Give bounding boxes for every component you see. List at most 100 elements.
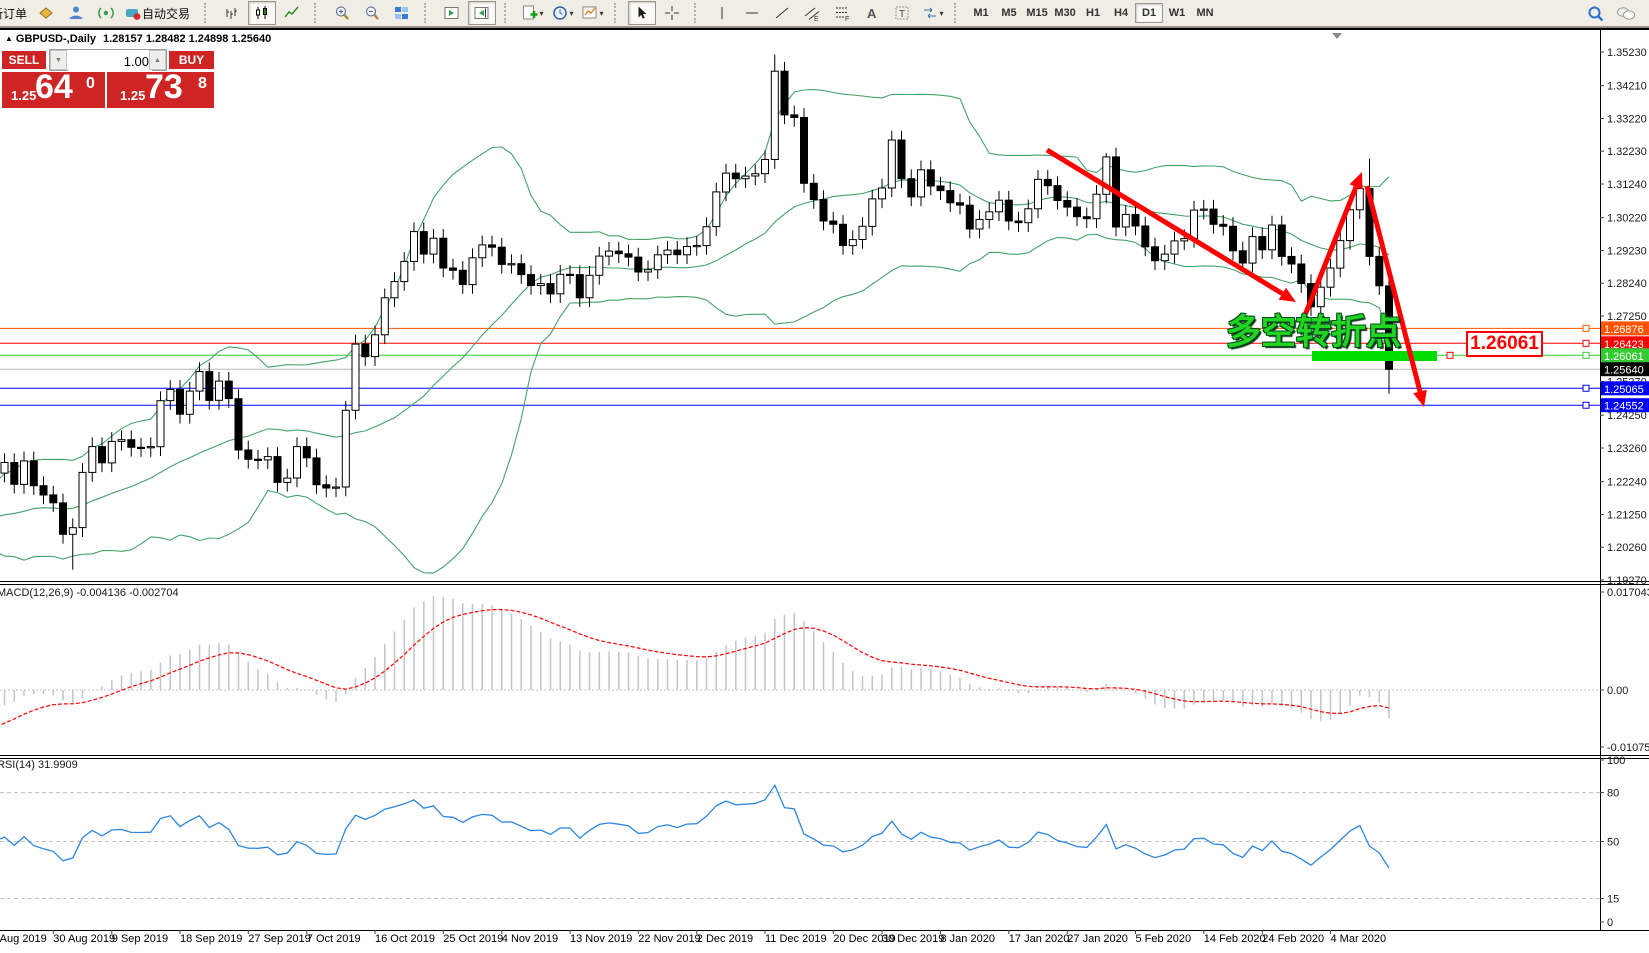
cursor-icon[interactable] bbox=[628, 1, 656, 25]
price-axis-label: 1.33220 bbox=[1607, 114, 1647, 126]
sell-price-big: 64 bbox=[35, 72, 73, 107]
timeframe-group: M1M5M15M30H1H4D1W1MN bbox=[967, 3, 1219, 23]
price-axis-label: 1.23260 bbox=[1607, 443, 1647, 455]
toolbar-grip bbox=[204, 3, 212, 23]
toolbar-grip bbox=[954, 3, 962, 23]
one-click-trading-panel: SELL ▼ ▲ BUY 1.25 64 0 1.25 73 8 bbox=[2, 49, 214, 109]
volume-increase-button[interactable]: ▲ bbox=[149, 50, 166, 70]
line-handle[interactable] bbox=[1447, 352, 1453, 358]
signal-icon[interactable] bbox=[92, 1, 120, 25]
price-tag-label[interactable]: 1.26061 bbox=[1466, 331, 1543, 357]
zoom-in-icon[interactable] bbox=[328, 1, 356, 25]
bar-chart-icon[interactable] bbox=[218, 1, 246, 25]
text-tool-icon[interactable]: A bbox=[858, 1, 886, 25]
price-axis-label: 1.30220 bbox=[1607, 213, 1647, 225]
line-handle[interactable] bbox=[1583, 352, 1589, 358]
price-axis-label: 1.28240 bbox=[1607, 278, 1647, 290]
timeframe-M30[interactable]: M30 bbox=[1051, 3, 1079, 23]
chart-title: ▲GBPUSD-,Daily1.28157 1.28482 1.24898 1.… bbox=[5, 33, 271, 45]
trendline-tool-icon[interactable] bbox=[768, 1, 796, 25]
turning-point-annotation[interactable]: 多空转折点 bbox=[1226, 304, 1401, 355]
sell-button[interactable]: SELL bbox=[2, 51, 46, 69]
deposit-icon[interactable] bbox=[32, 1, 60, 25]
vertical-line-tool-icon[interactable] bbox=[708, 1, 736, 25]
date-axis-label: 11 Dec 2019 bbox=[765, 933, 827, 945]
toolbar-grip bbox=[614, 3, 622, 23]
auto-scroll-icon[interactable] bbox=[438, 1, 466, 25]
buy-price-big: 73 bbox=[145, 72, 183, 107]
timeframe-M5[interactable]: M5 bbox=[995, 3, 1023, 23]
date-axis-label: 18 Sep 2019 bbox=[180, 933, 242, 945]
auto-trading-button[interactable]: 自动交易 bbox=[122, 1, 196, 25]
fibonacci-tool-icon[interactable]: F bbox=[828, 1, 856, 25]
chart-shift-icon[interactable] bbox=[468, 1, 496, 25]
rsi-axis-label: 15 bbox=[1607, 894, 1619, 906]
date-axis-label: 30 Dec 2019 bbox=[882, 933, 944, 945]
date-axis-label: 27 Jan 2020 bbox=[1067, 933, 1128, 945]
indicators-icon[interactable]: ▾ bbox=[518, 1, 546, 25]
buy-price-box[interactable]: 1.25 73 8 bbox=[107, 72, 214, 108]
candlestick-chart-icon[interactable] bbox=[248, 1, 276, 25]
chart-template-icon[interactable]: ▾ bbox=[578, 1, 606, 25]
search-icon[interactable] bbox=[1582, 2, 1610, 26]
line-handle[interactable] bbox=[1583, 402, 1589, 408]
date-axis-label: 13 Nov 2019 bbox=[570, 933, 632, 945]
timeframe-M15[interactable]: M15 bbox=[1023, 3, 1051, 23]
ohlc-values: 1.28157 1.28482 1.24898 1.25640 bbox=[103, 33, 271, 45]
channel-tool-icon[interactable]: E bbox=[798, 1, 826, 25]
volume-decrease-button[interactable]: ▼ bbox=[50, 50, 67, 70]
price-chart[interactable]: 1.352301.342101.332201.322301.312401.302… bbox=[0, 30, 1649, 953]
period-clock-icon[interactable]: ▾ bbox=[548, 1, 576, 25]
horizontal-line-tool-icon[interactable] bbox=[738, 1, 766, 25]
timeframe-H4[interactable]: H4 bbox=[1107, 3, 1135, 23]
volume-input[interactable] bbox=[68, 50, 152, 72]
date-axis-label: 8 Jan 2020 bbox=[941, 933, 995, 945]
price-axis-label: 1.22240 bbox=[1607, 477, 1647, 489]
date-axis-label: 30 Aug 2019 bbox=[53, 933, 115, 945]
buy-price-sup: 8 bbox=[198, 75, 207, 93]
crosshair-icon[interactable] bbox=[658, 1, 686, 25]
rsi-axis-label: 50 bbox=[1607, 837, 1619, 849]
chevron-down-icon: ▾ bbox=[600, 9, 604, 18]
account-icon[interactable] bbox=[62, 1, 90, 25]
price-axis-label: 1.31240 bbox=[1607, 179, 1647, 191]
date-axis-label: 9 Sep 2019 bbox=[112, 933, 168, 945]
timeframe-H1[interactable]: H1 bbox=[1079, 3, 1107, 23]
macd-axis-label: 0.00 bbox=[1607, 685, 1628, 697]
volume-spinner: ▼ ▲ bbox=[49, 49, 167, 71]
new-order-button[interactable]: 新订单 bbox=[0, 5, 27, 22]
sell-price-box[interactable]: 1.25 64 0 bbox=[2, 72, 105, 108]
toolbar-grip bbox=[504, 3, 512, 23]
shapes-tool-icon[interactable]: ▾ bbox=[918, 1, 946, 25]
timeframe-MN[interactable]: MN bbox=[1191, 3, 1219, 23]
chat-icon[interactable] bbox=[1612, 2, 1640, 26]
price-axis-label: 1.19270 bbox=[1607, 575, 1647, 587]
zoom-out-icon[interactable] bbox=[358, 1, 386, 25]
buy-button[interactable]: BUY bbox=[169, 51, 214, 69]
timeframe-M1[interactable]: M1 bbox=[967, 3, 995, 23]
macd-axis-label: 0.017043 bbox=[1607, 587, 1649, 599]
text-label-tool-icon[interactable]: T bbox=[888, 1, 916, 25]
tile-windows-icon[interactable] bbox=[388, 1, 416, 25]
macd-axis-label: -0.010751 bbox=[1607, 742, 1649, 754]
price-badge-label: 1.25640 bbox=[1604, 365, 1644, 377]
svg-text:A: A bbox=[867, 6, 877, 21]
timeframe-W1[interactable]: W1 bbox=[1163, 3, 1191, 23]
date-axis-label: 2 Dec 2019 bbox=[697, 933, 753, 945]
svg-text:T: T bbox=[899, 9, 905, 20]
price-axis-label: 1.34210 bbox=[1607, 81, 1647, 93]
rsi-axis-label: 0 bbox=[1607, 917, 1613, 929]
date-axis-label: 7 Oct 2019 bbox=[307, 933, 361, 945]
date-axis-label: 14 Feb 2020 bbox=[1204, 933, 1266, 945]
line-handle[interactable] bbox=[1583, 340, 1589, 346]
price-badge-label: 1.26061 bbox=[1604, 351, 1644, 363]
timeframe-D1[interactable]: D1 bbox=[1135, 3, 1163, 23]
line-handle[interactable] bbox=[1583, 325, 1589, 331]
date-axis-label: 25 Oct 2019 bbox=[443, 933, 503, 945]
toolbar-grip bbox=[314, 3, 322, 23]
price-badge-label: 1.24552 bbox=[1604, 401, 1644, 413]
date-axis-label: 21 Aug 2019 bbox=[0, 933, 47, 945]
toolbar-grip bbox=[694, 3, 702, 23]
line-chart-icon[interactable] bbox=[278, 1, 306, 25]
line-handle[interactable] bbox=[1583, 385, 1589, 391]
